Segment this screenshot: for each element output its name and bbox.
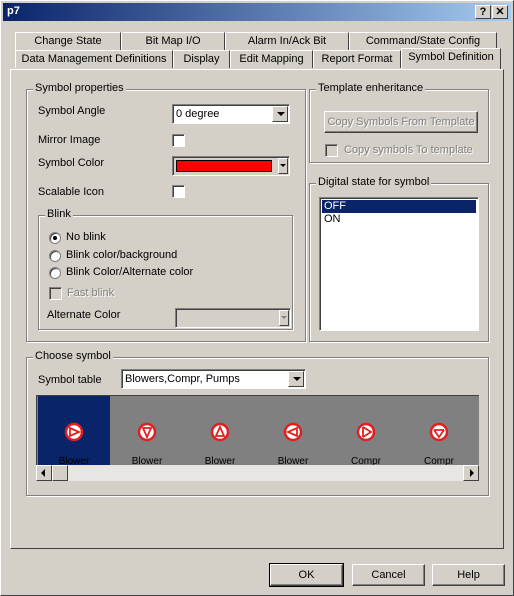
symbol-cell[interactable]: Blower — [38, 396, 110, 465]
tab-edit-mapping[interactable]: Edit Mapping — [230, 50, 313, 68]
symbol-color-label: Symbol Color — [38, 157, 105, 169]
symbol-angle-select[interactable]: 0 degree — [172, 104, 290, 124]
tab-bit-map-io[interactable]: Bit Map I/O — [121, 32, 225, 50]
compressor-right-icon — [356, 422, 376, 442]
tab-report-format[interactable]: Report Format — [313, 50, 401, 68]
blink-group: Blink No blink Blink color/background Bl… — [38, 208, 293, 330]
symbol-angle-label: Symbol Angle — [38, 105, 106, 117]
copy-to-template-label: Copy symbols To template — [344, 144, 473, 156]
symbol-caption: Blower — [131, 456, 163, 465]
alternate-color-picker[interactable] — [175, 308, 291, 328]
digital-state-legend: Digital state for symbol — [316, 176, 432, 188]
list-item[interactable]: ON — [322, 213, 341, 226]
symbol-caption: Compr — [423, 456, 454, 465]
list-item[interactable]: OFF — [322, 200, 476, 213]
blower-right-icon — [64, 422, 84, 442]
digital-state-group: Digital state for symbol OFF ON — [309, 176, 489, 342]
symbol-properties-legend: Symbol properties — [33, 82, 126, 94]
copy-to-template-checkbox[interactable] — [325, 144, 338, 157]
ok-button[interactable]: OK — [269, 563, 344, 587]
symbol-cell[interactable]: Blower — [257, 396, 329, 465]
chevron-down-icon[interactable] — [279, 310, 289, 326]
scroll-left-icon[interactable] — [36, 465, 52, 481]
template-group: Template enheritance Copy Symbols From T… — [309, 82, 489, 163]
mirror-image-checkbox[interactable] — [172, 134, 185, 147]
close-icon[interactable]: ✕ — [492, 5, 508, 19]
symbol-caption: Blower — [277, 456, 309, 465]
symbol-caption: Compr — [350, 456, 381, 465]
symbol-cell[interactable]: Blower — [184, 396, 256, 465]
symbol-gallery-scrollbar[interactable] — [36, 465, 479, 481]
blower-down-icon — [137, 422, 157, 442]
symbol-cell[interactable]: Compr — [403, 396, 475, 465]
symbol-color-swatch — [176, 160, 272, 172]
alternate-color-label: Alternate Color — [47, 309, 121, 321]
title-bar: p7 ? ✕ — [3, 3, 511, 21]
blink-color-background-label: Blink color/background — [66, 249, 178, 261]
digital-state-list[interactable]: OFF ON — [319, 197, 479, 331]
symbol-definition-panel: Symbol properties Symbol Angle 0 degree … — [10, 69, 504, 549]
chevron-down-icon[interactable] — [288, 371, 304, 387]
symbol-caption: Blower — [58, 456, 90, 465]
symbol-angle-value: 0 degree — [176, 108, 220, 120]
tab-display[interactable]: Display — [173, 50, 230, 68]
blower-left-icon — [283, 422, 303, 442]
blink-color-alternate-label: Blink Color/Alternate color — [66, 266, 194, 278]
window-title: p7 — [7, 5, 20, 17]
chevron-down-icon[interactable] — [272, 106, 288, 122]
no-blink-label: No blink — [66, 231, 106, 243]
fast-blink-checkbox[interactable] — [49, 287, 62, 300]
scalable-icon-checkbox[interactable] — [172, 185, 185, 198]
template-legend: Template enheritance — [316, 82, 426, 94]
copy-from-template-button[interactable]: Copy Symbols From Template — [324, 111, 478, 133]
blink-legend: Blink — [45, 208, 73, 220]
tab-symbol-definition[interactable]: Symbol Definition — [401, 48, 501, 69]
symbol-gallery[interactable]: Blower Blower Blower Blower Compr Compr — [36, 395, 479, 465]
symbol-caption: Blower — [204, 456, 236, 465]
blower-up-icon — [210, 422, 230, 442]
help-button[interactable]: Help — [432, 564, 505, 586]
scrollbar-thumb[interactable] — [52, 465, 68, 481]
symbol-properties-group: Symbol properties Symbol Angle 0 degree … — [26, 82, 306, 342]
scalable-icon-label: Scalable Icon — [38, 186, 105, 198]
chevron-down-icon[interactable] — [278, 158, 288, 174]
tab-change-state[interactable]: Change State — [15, 32, 121, 50]
dialog-window: p7 ? ✕ Change State Bit Map I/O Alarm In… — [0, 0, 514, 596]
symbol-cell[interactable]: Blower — [111, 396, 183, 465]
tab-data-management-definitions[interactable]: Data Management Definitions — [15, 50, 173, 68]
tab-alarm-in-ack-bit[interactable]: Alarm In/Ack Bit — [225, 32, 349, 50]
compressor-down-icon — [429, 422, 449, 442]
choose-symbol-legend: Choose symbol — [33, 350, 113, 362]
symbol-table-select[interactable]: Blowers,Compr, Pumps — [121, 369, 306, 389]
cancel-button[interactable]: Cancel — [352, 564, 425, 586]
fast-blink-label: Fast blink — [67, 287, 115, 299]
symbol-cell[interactable]: Compr — [330, 396, 402, 465]
blink-color-background-radio[interactable] — [49, 250, 61, 262]
symbol-table-label: Symbol table — [38, 374, 102, 386]
no-blink-radio[interactable] — [49, 232, 61, 244]
mirror-image-label: Mirror Image — [38, 134, 101, 146]
symbol-table-value: Blowers,Compr, Pumps — [125, 373, 240, 385]
help-title-button[interactable]: ? — [475, 5, 491, 19]
scroll-right-icon[interactable] — [463, 465, 479, 481]
symbol-color-picker[interactable] — [172, 156, 290, 176]
blink-color-alternate-radio[interactable] — [49, 267, 61, 279]
